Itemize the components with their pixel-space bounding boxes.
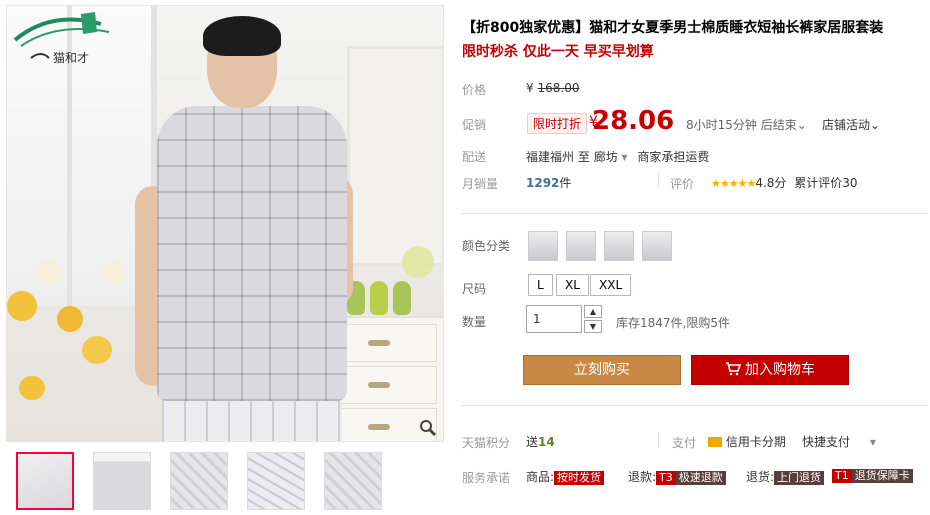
- credit-installment[interactable]: 信用卡分期: [708, 433, 786, 450]
- flower: [57, 306, 83, 332]
- size-option-l[interactable]: L: [528, 274, 553, 296]
- thumbnail-4[interactable]: [247, 452, 305, 510]
- buy-now-button[interactable]: 立刻购买: [523, 355, 681, 385]
- quantity-label: 数量: [462, 315, 487, 329]
- promo-tag: 限时打折: [527, 113, 588, 134]
- service-label: 服务承诺: [462, 471, 511, 485]
- stock-info: 库存1847件,限购5件: [616, 316, 730, 330]
- cart-icon: [726, 362, 742, 376]
- flower: [402, 246, 434, 278]
- color-option-2[interactable]: [566, 231, 596, 261]
- shipping-label: 配送: [462, 150, 487, 164]
- quantity-input[interactable]: 1: [526, 305, 582, 333]
- points-label: 天猫积分: [462, 436, 511, 450]
- wall-panel: [347, 46, 443, 266]
- thumbnail-1[interactable]: [16, 452, 74, 510]
- product-subtitle: 限时秒杀 仅此一天 早买早划算: [462, 44, 654, 60]
- current-price: 28.06: [592, 106, 675, 136]
- monthly-sales: 1292件: [526, 176, 572, 190]
- service-goods: 商品: 按时发货: [526, 468, 605, 485]
- review-label: 评价: [670, 177, 695, 191]
- pay-label: 支付: [672, 436, 697, 450]
- color-option-4[interactable]: [642, 231, 672, 261]
- vase: [393, 281, 411, 315]
- thumbnail-5[interactable]: [324, 452, 382, 510]
- flower: [82, 336, 112, 364]
- model-hair: [203, 16, 281, 56]
- credit-card-icon: [708, 437, 722, 447]
- rating[interactable]: ★★★★★4.8分 累计评价30: [711, 174, 858, 191]
- service-refund: 退款: T3 极速退款: [628, 468, 726, 485]
- points-value: 送14: [526, 435, 555, 449]
- svg-text:猫和才: 猫和才: [53, 51, 89, 65]
- chevron-down-icon: ⌄: [796, 118, 807, 132]
- original-price: ¥ 168.00: [526, 81, 580, 95]
- caret-down-icon: ▾: [621, 150, 628, 164]
- size-option-xxl[interactable]: XXL: [590, 274, 632, 296]
- product-page: 猫和才 【折800独家优惠】猫和才女夏季男士棉质睡衣短袖长裤家居服套装 限时秒杀…: [0, 0, 930, 515]
- color-label: 颜色分类: [462, 239, 511, 253]
- chevron-down-icon: ⌄: [870, 118, 881, 132]
- quantity-decrease-button[interactable]: ▼: [584, 320, 602, 333]
- model-shirt: [157, 106, 347, 401]
- flower: [7, 291, 37, 321]
- size-label: 尺码: [462, 282, 487, 296]
- add-to-cart-button[interactable]: 加入购物车: [691, 355, 849, 385]
- flower: [102, 261, 124, 285]
- thumbnail-2[interactable]: [93, 452, 151, 510]
- thumbnail-3[interactable]: [170, 452, 228, 510]
- quick-pay[interactable]: 快捷支付 ▾: [802, 433, 876, 450]
- caret-down-icon: ▾: [869, 435, 876, 449]
- monthly-sales-label: 月销量: [462, 177, 499, 191]
- original-price-value: 168.00: [537, 81, 580, 95]
- brand-logo: 猫和才: [13, 12, 110, 65]
- divider: [462, 405, 928, 406]
- star-rating-icon: ★★★★★: [711, 177, 756, 190]
- service-guarantee: T1 退货保障卡: [832, 468, 913, 483]
- promo-label: 促销: [462, 118, 487, 132]
- product-title: 【折800独家优惠】猫和才女夏季男士棉质睡衣短袖长裤家居服套装: [462, 20, 884, 36]
- countdown: 8小时15分钟 后结束⌄: [686, 118, 807, 132]
- color-option-1[interactable]: [528, 231, 558, 261]
- flower: [19, 376, 45, 400]
- service-return: 退货: 上门退货: [746, 468, 825, 485]
- vase: [370, 281, 388, 315]
- size-option-xl[interactable]: XL: [556, 274, 589, 296]
- color-option-3[interactable]: [604, 231, 634, 261]
- main-product-image[interactable]: 猫和才: [6, 5, 444, 442]
- flower: [37, 261, 61, 285]
- zoom-icon[interactable]: [419, 419, 437, 437]
- destination-select[interactable]: 廊坊 ▾: [594, 150, 628, 164]
- thumbnail-list: [16, 452, 382, 510]
- model-pants: [162, 394, 342, 441]
- price-label: 价格: [462, 83, 487, 97]
- shop-activity-dropdown[interactable]: 店铺活动⌄: [822, 116, 880, 133]
- shipping-info: 福建福州 至 廊坊 ▾ 商家承担运费: [526, 150, 710, 164]
- divider: [462, 213, 928, 214]
- quantity-increase-button[interactable]: ▲: [584, 305, 602, 318]
